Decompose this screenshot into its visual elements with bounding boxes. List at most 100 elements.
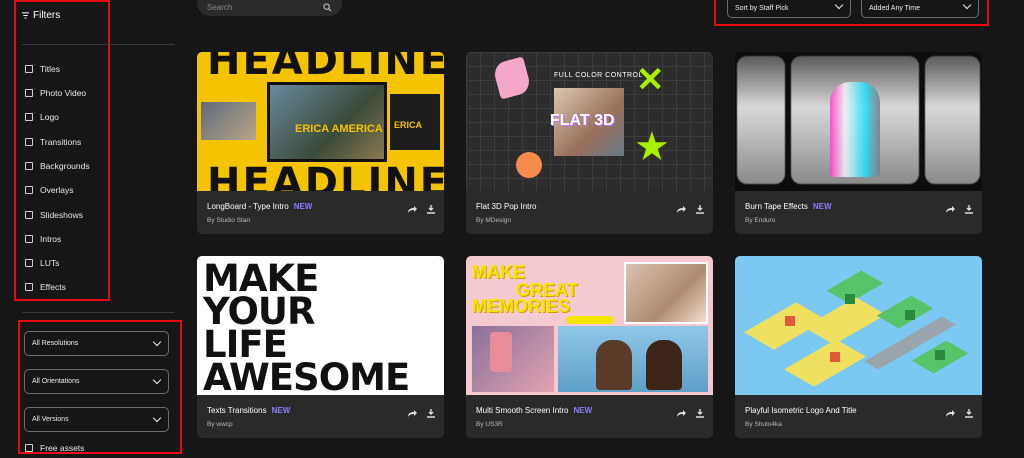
download-icon[interactable]: [426, 408, 436, 418]
divider: [22, 312, 174, 313]
category-transitions[interactable]: Transitions: [25, 136, 81, 148]
checkbox[interactable]: [25, 283, 33, 291]
checkbox[interactable]: [25, 113, 33, 121]
category-photo-video[interactable]: Photo Video: [25, 87, 86, 99]
share-icon[interactable]: [407, 408, 417, 418]
chevron-down-icon: [152, 375, 162, 385]
chevron-down-icon: [152, 413, 162, 423]
iso-block: [845, 294, 855, 304]
checkbox[interactable]: [25, 65, 33, 73]
card-author[interactable]: By Shuto4ka: [745, 421, 782, 428]
category-titles[interactable]: Titles: [25, 63, 60, 75]
thumbnail[interactable]: [735, 256, 982, 395]
checkbox[interactable]: [25, 89, 33, 97]
star-shape: ★: [634, 125, 670, 169]
checkbox[interactable]: [25, 259, 33, 267]
version-select[interactable]: All Versions: [24, 407, 169, 432]
filters-highlight: [14, 0, 110, 301]
filter-icon: [22, 12, 29, 19]
filters-header[interactable]: Filters: [22, 10, 60, 21]
person-figure: [596, 340, 632, 390]
thumbnail[interactable]: MAKE GREAT MEMORIES: [466, 256, 713, 395]
thumbnail-photo: [201, 102, 256, 140]
phone-shape: [490, 332, 512, 372]
share-icon[interactable]: [945, 408, 955, 418]
decor-shape: [566, 316, 614, 324]
search-input[interactable]: Search: [197, 0, 342, 16]
orientation-select[interactable]: All Orientations: [24, 369, 169, 394]
card-title[interactable]: Playful Isometric Logo And Title: [745, 406, 857, 415]
thumbnail-photo: ERICA AMERICA: [267, 82, 387, 162]
asset-card[interactable]: Burn Tape Effects NEW By Enduro: [735, 52, 982, 234]
decor-shape: [491, 56, 533, 100]
thumbnail-photo: [624, 262, 708, 324]
category-logo[interactable]: Logo: [25, 111, 59, 123]
download-icon[interactable]: [695, 408, 705, 418]
filters-title: Filters: [33, 10, 61, 21]
iso-block: [785, 316, 795, 326]
new-badge: NEW: [812, 202, 832, 211]
card-author[interactable]: By Enduro: [745, 217, 775, 224]
iso-block: [905, 310, 915, 320]
chevron-down-icon: [962, 0, 972, 10]
card-title[interactable]: Burn Tape Effects NEW: [745, 202, 832, 211]
card-author[interactable]: By Studio Stan: [207, 217, 250, 224]
card-author[interactable]: By wwcp: [207, 421, 233, 428]
asset-card[interactable]: MAKE GREAT MEMORIES Multi Smooth Screen …: [466, 256, 713, 438]
thumbnail[interactable]: MAKE YOUR LIFE AWESOME: [197, 256, 444, 395]
iso-tile: [784, 339, 866, 387]
checkbox[interactable]: [25, 162, 33, 170]
new-badge: NEW: [573, 406, 593, 415]
thumbnail-photo: [472, 326, 554, 392]
checkbox[interactable]: [25, 211, 33, 219]
iso-block: [935, 350, 945, 360]
category-effects[interactable]: Effects: [25, 281, 66, 293]
x-shape: ✕: [636, 61, 665, 99]
category-overlays[interactable]: Overlays: [25, 184, 74, 196]
iso-block: [830, 352, 840, 362]
thumbnail-photo: ERICA: [390, 94, 440, 150]
resolution-select[interactable]: All Resolutions: [24, 331, 169, 356]
chevron-down-icon: [834, 0, 844, 10]
tape-panel: [925, 56, 980, 184]
download-icon[interactable]: [964, 204, 974, 214]
category-backgrounds[interactable]: Backgrounds: [25, 160, 90, 172]
share-icon[interactable]: [676, 204, 686, 214]
new-badge: NEW: [293, 202, 313, 211]
search-icon: [323, 2, 332, 12]
time-select[interactable]: Added Any Time: [861, 0, 979, 18]
checkbox[interactable]: [25, 186, 33, 194]
checkbox[interactable]: [25, 235, 33, 243]
card-title[interactable]: LongBoard - Type Intro NEW: [207, 202, 312, 211]
asset-card[interactable]: FULL COLOR CONTROL FLAT 3D ✕ ★ Flat 3D P…: [466, 52, 713, 234]
glitch-figure: [830, 82, 880, 177]
person-figure: [646, 340, 682, 390]
share-icon[interactable]: [945, 204, 955, 214]
thumbnail[interactable]: [735, 52, 982, 191]
category-slideshows[interactable]: Slideshows: [25, 209, 83, 221]
sort-select[interactable]: Sort by Staff Pick: [727, 0, 851, 18]
checkbox[interactable]: [25, 138, 33, 146]
card-author[interactable]: By US3R: [476, 421, 503, 428]
card-title[interactable]: Multi Smooth Screen Intro NEW: [476, 406, 592, 415]
divider: [22, 44, 174, 45]
share-icon[interactable]: [407, 204, 417, 214]
free-assets-checkbox[interactable]: Free assets: [25, 443, 84, 453]
asset-card[interactable]: HEADLINE HEADLINE ERICA AMERICA ERICA Lo…: [197, 52, 444, 234]
thumbnail[interactable]: FULL COLOR CONTROL FLAT 3D ✕ ★: [466, 52, 713, 191]
iso-tile: [804, 297, 886, 345]
asset-card[interactable]: Playful Isometric Logo And Title By Shut…: [735, 256, 982, 438]
thumbnail[interactable]: HEADLINE HEADLINE ERICA AMERICA ERICA: [197, 52, 444, 191]
card-author[interactable]: By MDesign: [476, 217, 511, 224]
card-title[interactable]: Flat 3D Pop Intro: [476, 202, 536, 211]
card-title[interactable]: Texts Transitions NEW: [207, 406, 290, 415]
download-icon[interactable]: [695, 204, 705, 214]
download-icon[interactable]: [426, 204, 436, 214]
asset-card[interactable]: MAKE YOUR LIFE AWESOME Texts Transitions…: [197, 256, 444, 438]
chevron-down-icon: [152, 337, 162, 347]
share-icon[interactable]: [676, 408, 686, 418]
category-luts[interactable]: LUTs: [25, 257, 59, 269]
download-icon[interactable]: [964, 408, 974, 418]
checkbox[interactable]: [25, 444, 33, 452]
category-intros[interactable]: Intros: [25, 233, 61, 245]
